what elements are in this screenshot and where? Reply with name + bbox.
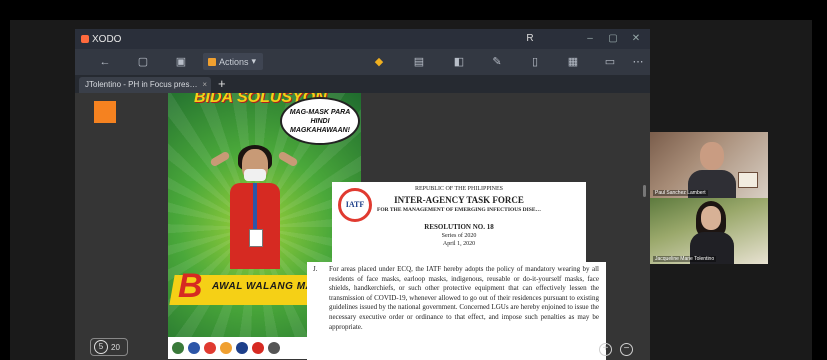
logo-icon: [236, 342, 248, 354]
chevron-down-icon: ▾: [251, 56, 257, 66]
logo-icon: [188, 342, 200, 354]
minimize-button[interactable]: –: [580, 31, 600, 47]
user-avatar[interactable]: R: [523, 32, 537, 46]
maximize-button[interactable]: ▢: [603, 31, 623, 47]
logo-icon: [268, 342, 280, 354]
resolution-header: IATF REPUBLIC OF THE PHILIPPINES INTER-A…: [332, 182, 586, 262]
home-icon[interactable]: ▢: [135, 54, 151, 70]
app-logo: XODO: [81, 34, 121, 45]
comment-icon[interactable]: ▤: [411, 54, 427, 70]
republic-line: REPUBLIC OF THE PHILIPPINES: [414, 186, 504, 192]
close-icon[interactable]: ×: [202, 77, 207, 93]
document-viewer[interactable]: BIDA SOLUSYON MAG-MASK PARA HINDI MAGKAH…: [75, 93, 650, 360]
item-text: For areas placed under ECQ, the IATF her…: [329, 265, 599, 331]
participant-video-1[interactable]: Paul Sanchez Lambert: [650, 132, 768, 198]
title-bar: XODO R – ▢ ✕: [75, 29, 650, 49]
actions-button[interactable]: Actions ▾: [203, 53, 263, 70]
zoom-out-icon[interactable]: −: [620, 343, 633, 356]
page-indicator[interactable]: 5 20: [90, 338, 128, 356]
resolution-excerpt: J. For areas placed under ECQ, the IATF …: [307, 262, 606, 360]
logo-icon: [204, 342, 216, 354]
highlight-icon[interactable]: ◆: [371, 54, 387, 70]
speech-bubble: MAG-MASK PARA HINDI MAGKAHAWAAN!: [280, 97, 360, 145]
masked-person-illustration: [209, 145, 299, 269]
resolution-series: Series of 2020: [441, 233, 477, 239]
tab-bar: JTolentino - PH in Focus pres… × +: [75, 75, 650, 93]
logo-icon: [252, 342, 264, 354]
wall-frame: [738, 172, 758, 188]
toolbar: ← ▢ ▣ Actions ▾ ◆ ▤ ◧ ✎ ▯ ▦ ▭ ⋯: [75, 49, 650, 75]
save-icon[interactable]: ▣: [173, 54, 189, 70]
item-number: J.: [313, 265, 318, 273]
agency-name: INTER-AGENCY TASK FORCE: [394, 195, 524, 205]
actions-label: Actions: [219, 56, 249, 67]
face-mask-icon: [244, 169, 266, 181]
current-page: 5: [94, 340, 108, 354]
xodo-logo-icon: [81, 35, 89, 43]
back-icon[interactable]: ←: [97, 54, 113, 70]
xodo-app-window: XODO R – ▢ ✕ ← ▢ ▣ Actions ▾ ◆ ▤ ◧ ✎ ▯ ▦…: [75, 29, 650, 360]
panel-icon[interactable]: ◧: [451, 54, 467, 70]
more-icon[interactable]: ⋯: [630, 54, 646, 70]
logo-icon: [220, 342, 232, 354]
grid-icon[interactable]: ▦: [565, 54, 581, 70]
add-tab-button[interactable]: +: [218, 76, 226, 92]
tab-label: JTolentino - PH in Focus pres…: [85, 80, 198, 89]
edit-icon[interactable]: ✎: [489, 54, 505, 70]
close-window-button[interactable]: ✕: [626, 31, 646, 47]
actions-icon: [208, 57, 216, 66]
app-name: XODO: [92, 33, 122, 45]
scrollbar-thumb[interactable]: [643, 185, 646, 197]
banner-letter: B: [178, 267, 203, 305]
tab-document[interactable]: JTolentino - PH in Focus pres… ×: [79, 77, 211, 93]
participant-video-2[interactable]: Jacqueline Marie Tolentino: [650, 198, 768, 264]
participant-name: Paul Sanchez Lambert: [653, 190, 708, 196]
total-pages: 20: [111, 342, 120, 352]
resolution-date: April 1, 2020: [442, 241, 476, 247]
participant-name: Jacqueline Marie Tolentino: [653, 256, 717, 262]
iatf-seal-icon: IATF: [338, 188, 372, 222]
logo-icon: [172, 342, 184, 354]
sidebar-icon[interactable]: ▯: [527, 54, 543, 70]
slide-accent-square: [94, 101, 116, 123]
page-icon[interactable]: ▭: [602, 54, 618, 70]
zoom-in-icon[interactable]: +: [599, 343, 612, 356]
agency-subtitle: FOR THE MANAGEMENT OF EMERGING INFECTIOU…: [376, 207, 541, 213]
resolution-number: RESOLUTION NO. 18: [424, 223, 494, 231]
